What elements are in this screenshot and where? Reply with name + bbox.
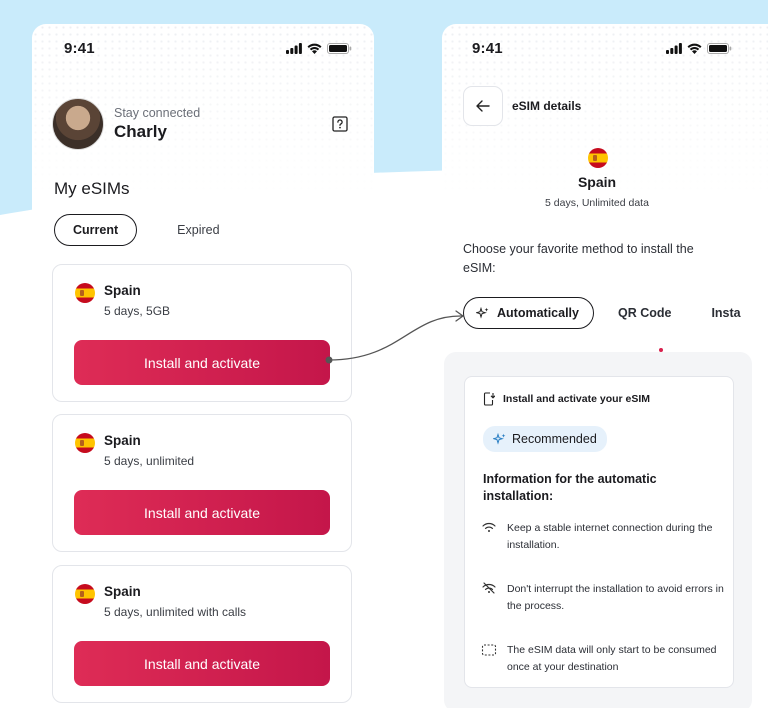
info-item: Keep a stable internet connection during…	[479, 520, 729, 554]
greeting-text: Stay connected	[114, 106, 201, 120]
back-button[interactable]	[463, 86, 503, 126]
tab-expired[interactable]: Expired	[177, 223, 219, 237]
spain-flag-icon	[75, 283, 95, 303]
card-plan: 5 days, unlimited	[104, 454, 195, 468]
spain-flag-icon	[75, 433, 95, 453]
esim-tabs: Current Expired	[54, 214, 220, 246]
sparkle-icon	[493, 433, 506, 445]
card-plan: 5 days, 5GB	[104, 304, 171, 318]
tab-manual[interactable]: Insta	[711, 306, 740, 320]
tab-qr-code[interactable]: QR Code	[618, 306, 671, 320]
user-name: Charly	[114, 122, 167, 141]
recommended-badge: Recommended	[483, 426, 607, 452]
tab-current[interactable]: Current	[54, 214, 138, 246]
arrow-left-icon	[476, 100, 490, 112]
wifi-icon	[482, 522, 496, 532]
info-item-text: The eSIM data will only start to be cons…	[507, 644, 717, 673]
phone-download-icon	[483, 392, 495, 406]
install-activate-button[interactable]: Install and activate	[74, 340, 330, 385]
wifi-off-icon	[482, 582, 496, 594]
battery-icon	[707, 42, 732, 54]
tab-automatically[interactable]: Automatically	[463, 297, 594, 329]
tab-label: Automatically	[497, 306, 579, 320]
status-bar: 9:41	[442, 38, 768, 58]
help-icon[interactable]	[332, 116, 348, 132]
status-time: 9:41	[64, 39, 95, 57]
info-title: Information for the automatic installati…	[483, 472, 657, 503]
install-panel: Install and activate your eSIM Recommend…	[444, 352, 752, 708]
esim-list-screen: 9:41 Stay connected Charly My eSIMs Curr…	[32, 24, 374, 708]
signal-icon	[286, 42, 302, 54]
esim-card[interactable]: Spain 5 days, 5GB Install and activate	[52, 264, 352, 402]
section-title: My eSIMs	[54, 179, 130, 198]
esim-card[interactable]: Spain 5 days, unlimited with calls Insta…	[52, 565, 352, 703]
install-activate-button[interactable]: Install and activate	[74, 641, 330, 686]
battery-icon	[327, 42, 352, 54]
info-item: Don't interrupt the installation to avoi…	[479, 581, 729, 615]
install-instruction: Choose your favorite method to install t…	[463, 242, 694, 275]
install-method-tabs: Automatically QR Code Insta	[463, 297, 741, 329]
screen-title: eSIM details	[512, 99, 582, 113]
spain-flag-icon	[588, 148, 608, 168]
status-time: 9:41	[472, 39, 503, 57]
card-country: Spain	[104, 433, 141, 448]
sparkle-icon	[476, 307, 489, 319]
wifi-icon	[307, 43, 322, 54]
info-item-text: Don't interrupt the installation to avoi…	[507, 583, 724, 612]
info-item: The eSIM data will only start to be cons…	[479, 642, 729, 676]
detail-country: Spain	[577, 174, 617, 190]
detail-plan: 5 days, Unlimited data	[545, 197, 649, 209]
avatar[interactable]	[52, 98, 104, 150]
info-item-text: Keep a stable internet connection during…	[507, 522, 713, 551]
sim-card-icon	[481, 644, 497, 656]
esim-details-screen: 9:41 eSIM details Spain 5 days, Unlimite…	[442, 24, 768, 708]
profile-header: Stay connected Charly	[52, 98, 354, 150]
card-plan: 5 days, unlimited with calls	[104, 605, 247, 619]
signal-icon	[666, 42, 682, 54]
info-card: Install and activate your eSIM Recommend…	[464, 376, 734, 688]
status-bar: 9:41	[32, 38, 374, 58]
card-country: Spain	[104, 283, 141, 298]
info-card-header: Install and activate your eSIM	[503, 393, 651, 405]
card-country: Spain	[104, 584, 141, 599]
esim-card[interactable]: Spain 5 days, unlimited Install and acti…	[52, 414, 352, 552]
spain-flag-icon	[75, 584, 95, 604]
badge-label: Recommended	[512, 432, 597, 446]
wifi-icon	[687, 43, 702, 54]
install-activate-button[interactable]: Install and activate	[74, 490, 330, 535]
